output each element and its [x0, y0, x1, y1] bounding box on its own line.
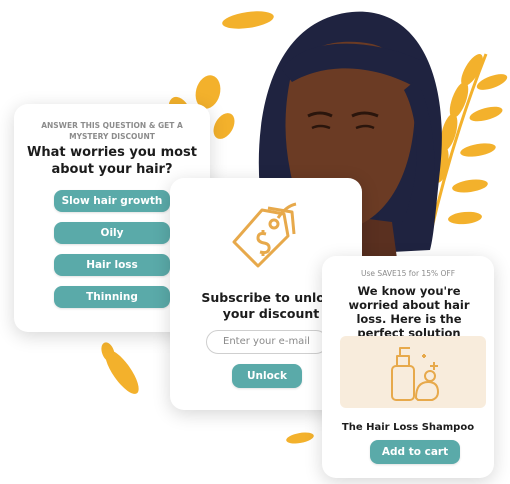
product-image — [340, 336, 486, 408]
unlock-button[interactable]: Unlock — [232, 364, 302, 388]
quiz-option-hair-loss[interactable]: Hair loss — [54, 254, 170, 276]
price-tag-icon — [232, 202, 297, 268]
fern-decoration — [428, 53, 508, 237]
product-offer-card: Use SAVE15 for 15% OFF We know you're wo… — [322, 256, 494, 478]
offer-eyebrow: Use SAVE15 for 15% OFF — [360, 269, 456, 278]
offer-title: We know you're worried about hair loss. … — [348, 284, 470, 340]
product-name: The Hair Loss Shampoo — [341, 422, 475, 433]
quiz-option-slow-hair-growth[interactable]: Slow hair growth — [54, 190, 170, 212]
quiz-option-thinning[interactable]: Thinning — [54, 286, 170, 308]
quiz-option-oily[interactable]: Oily — [54, 222, 170, 244]
quiz-question: What worries you most about your hair? — [26, 145, 198, 177]
email-field[interactable]: Enter your e-mail — [206, 330, 328, 354]
shampoo-bottle-icon — [391, 347, 439, 401]
quiz-eyebrow: ANSWER THIS QUESTION & GET A MYSTERY DIS… — [41, 121, 183, 141]
add-to-cart-button[interactable]: Add to cart — [370, 440, 460, 464]
illustration: ANSWER THIS QUESTION & GET A MYSTERY DIS… — [0, 0, 510, 484]
